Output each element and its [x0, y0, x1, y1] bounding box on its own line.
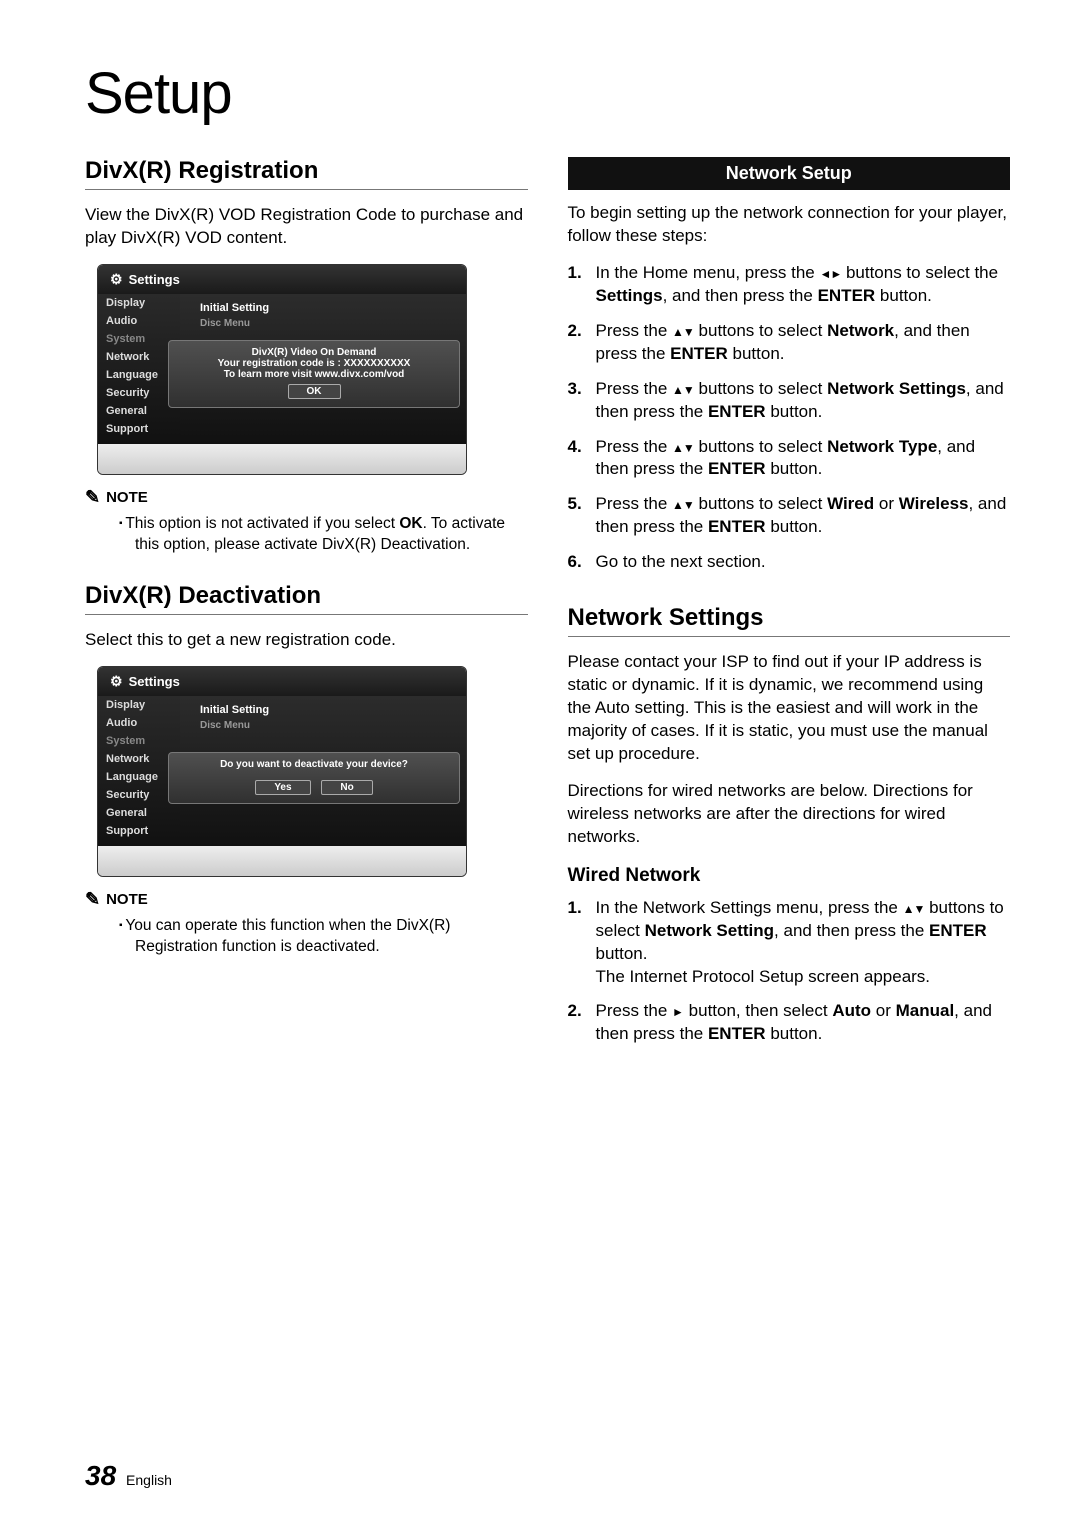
up-down-arrows-icon [672, 437, 694, 456]
deactivation-popup: Do you want to deactivate your device? Y… [168, 752, 460, 804]
network-setup-steps: In the Home menu, press the buttons to s… [568, 262, 1011, 574]
page-number: 38 [85, 1460, 116, 1491]
up-down-arrows-icon [672, 494, 694, 513]
dialog-title: Settings [129, 272, 180, 287]
popup-line-3: To learn more visit www.divx.com/vod [177, 369, 451, 380]
sidebar-item-system[interactable]: System [98, 732, 180, 750]
popup-line-1: Do you want to deactivate your device? [177, 759, 451, 770]
note-text: NOTE [106, 891, 148, 908]
disc-menu-label: Disc Menu [200, 718, 466, 733]
sidebar-item-support[interactable]: Support [98, 822, 180, 840]
gear-icon [110, 673, 123, 690]
wired-step-1: In the Network Settings menu, press the … [568, 897, 1011, 989]
hand-icon: ✎ [85, 889, 100, 910]
sidebar-item-audio[interactable]: Audio [98, 714, 180, 732]
initial-setting-label: Initial Setting [200, 702, 466, 718]
network-setup-intro: To begin setting up the network connecti… [568, 202, 1011, 248]
network-settings-body-2: Directions for wired networks are below.… [568, 780, 1011, 849]
page-title: Setup [85, 60, 1010, 127]
rule [85, 614, 528, 615]
registration-note: This option is not activated if you sele… [135, 514, 528, 556]
divxr-deactivation-heading: DivX(R) Deactivation [85, 582, 528, 610]
step-6: Go to the next section. [568, 551, 1011, 574]
divxr-deactivation-body: Select this to get a new registration co… [85, 629, 528, 652]
sidebar-item-display[interactable]: Display [98, 294, 180, 312]
initial-setting-label: Initial Setting [200, 300, 466, 316]
up-down-arrows-icon [672, 321, 694, 340]
step-3: Press the buttons to select Network Sett… [568, 378, 1011, 424]
settings-dialog-registration: Settings Display Audio System Network La… [97, 264, 467, 475]
note-text: NOTE [106, 489, 148, 506]
dialog-footer [98, 444, 466, 474]
note-label: ✎ NOTE [85, 889, 528, 910]
up-down-arrows-icon [903, 898, 925, 917]
network-settings-heading: Network Settings [568, 604, 1011, 632]
step-5: Press the buttons to select Wired or Wir… [568, 493, 1011, 539]
page-footer: 38 English [85, 1460, 172, 1492]
wired-network-heading: Wired Network [568, 865, 1011, 887]
ok-button[interactable]: OK [288, 384, 341, 399]
step-4: Press the buttons to select Network Type… [568, 436, 1011, 482]
dialog-header: Settings [98, 265, 466, 294]
popup-line-1: DivX(R) Video On Demand [177, 347, 451, 358]
gear-icon [110, 271, 123, 288]
sidebar-item-support[interactable]: Support [98, 420, 180, 438]
page-lang: English [126, 1472, 172, 1488]
divxr-registration-heading: DivX(R) Registration [85, 157, 528, 185]
divxr-registration-body: View the DivX(R) VOD Registration Code t… [85, 204, 528, 250]
sidebar-item-general[interactable]: General [98, 804, 180, 822]
left-right-arrows-icon [819, 263, 841, 282]
step-2: Press the buttons to select Network, and… [568, 320, 1011, 366]
popup-line-2: Your registration code is : XXXXXXXXXX [177, 358, 451, 369]
deactivation-note: You can operate this function when the D… [135, 916, 528, 958]
network-settings-body-1: Please contact your ISP to find out if y… [568, 651, 1011, 766]
rule [85, 189, 528, 190]
note-label: ✎ NOTE [85, 487, 528, 508]
dialog-footer [98, 846, 466, 876]
yes-button[interactable]: Yes [255, 780, 310, 795]
no-button[interactable]: No [321, 780, 372, 795]
right-column: Network Setup To begin setting up the ne… [568, 157, 1011, 1058]
wired-step-2: Press the button, then select Auto or Ma… [568, 1000, 1011, 1046]
left-column: DivX(R) Registration View the DivX(R) VO… [85, 157, 528, 1058]
sidebar-item-display[interactable]: Display [98, 696, 180, 714]
sidebar-item-audio[interactable]: Audio [98, 312, 180, 330]
settings-dialog-deactivation: Settings Display Audio System Network La… [97, 666, 467, 877]
disc-menu-label: Disc Menu [200, 316, 466, 331]
rule [568, 636, 1011, 637]
registration-popup: DivX(R) Video On Demand Your registratio… [168, 340, 460, 408]
network-setup-banner: Network Setup [568, 157, 1011, 190]
dialog-header: Settings [98, 667, 466, 696]
up-down-arrows-icon [672, 379, 694, 398]
right-arrow-icon [672, 1001, 684, 1020]
step-1: In the Home menu, press the buttons to s… [568, 262, 1011, 308]
hand-icon: ✎ [85, 487, 100, 508]
wired-network-steps: In the Network Settings menu, press the … [568, 897, 1011, 1047]
dialog-title: Settings [129, 674, 180, 689]
